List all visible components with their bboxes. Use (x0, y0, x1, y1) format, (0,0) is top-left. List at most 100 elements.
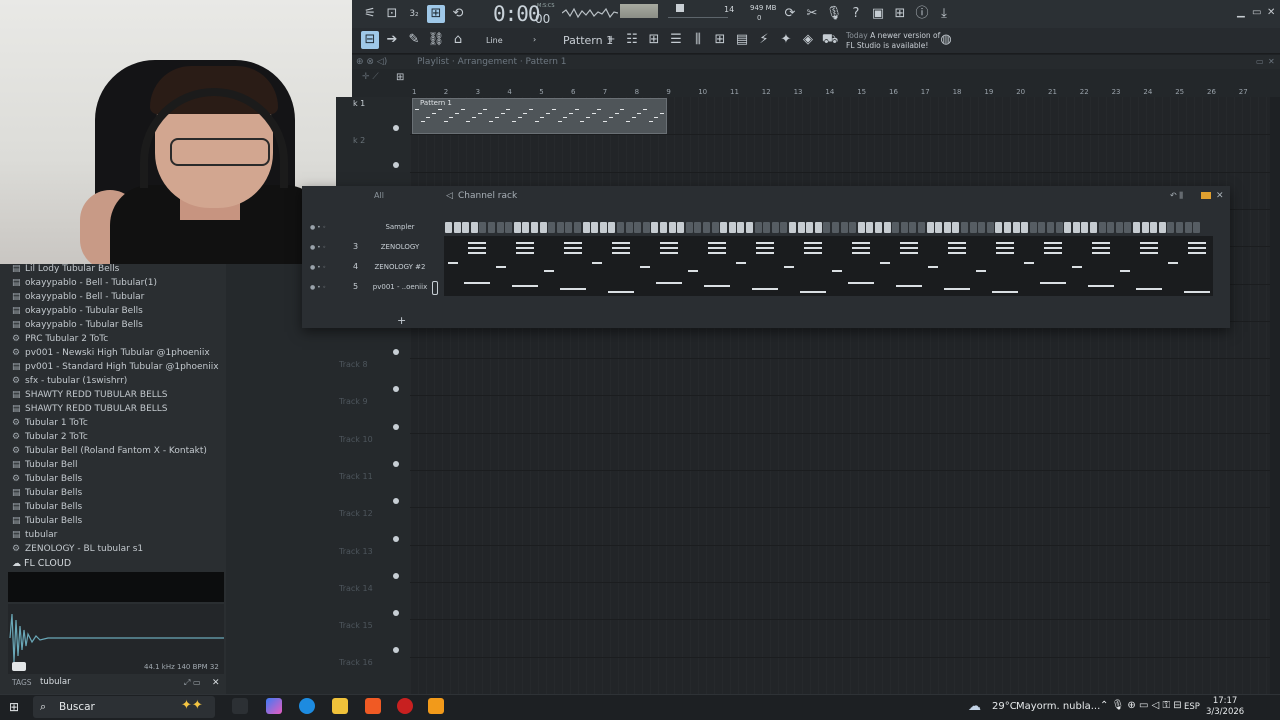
step-button[interactable] (582, 222, 590, 233)
browser-item[interactable]: ▤ okayypablo - Tubular Bells (12, 320, 143, 334)
track-1-mute[interactable] (393, 125, 399, 131)
track-mute[interactable] (393, 572, 399, 579)
channel-controls-icon[interactable]: ● • ◦ (310, 224, 326, 231)
step-button[interactable] (866, 222, 874, 233)
step-button[interactable] (875, 222, 882, 233)
news-panel[interactable]: Today A newer version of FL Studio is av… (846, 31, 940, 51)
step-button[interactable] (1176, 222, 1183, 233)
step-button[interactable] (1150, 222, 1158, 233)
browser-item[interactable]: ⚙ Tubular Bell (Roland Fantom X - Kontakt… (12, 446, 207, 460)
browser-icon[interactable]: ⊞ (711, 31, 729, 49)
pattern-song-icon[interactable]: ⊡ (383, 5, 401, 23)
channel-rack-icon[interactable]: ☰ (667, 31, 685, 49)
step-button[interactable] (634, 222, 642, 233)
step-button[interactable] (1004, 222, 1011, 233)
step-button[interactable] (574, 222, 581, 233)
wrench-icon[interactable]: ✦ (777, 31, 795, 49)
track-2-mute[interactable] (393, 162, 399, 168)
step-button[interactable] (1184, 222, 1192, 233)
metronome-icon[interactable] (676, 4, 684, 12)
step-button[interactable] (1107, 222, 1115, 233)
channel-filter[interactable]: All (374, 191, 384, 200)
step-button[interactable] (926, 222, 934, 233)
browser-item[interactable]: ▤ okayypablo - Tubular Bells (12, 306, 143, 320)
playlist-grid-icon[interactable]: ⊞ (396, 72, 404, 83)
step-button[interactable] (453, 222, 461, 233)
step-button[interactable] (1012, 222, 1020, 233)
step-button[interactable] (1193, 222, 1201, 233)
step-button[interactable] (608, 222, 616, 233)
step-button[interactable] (789, 222, 796, 233)
step-button[interactable] (978, 222, 986, 233)
step-button[interactable] (1115, 222, 1123, 233)
track-label[interactable]: Track 8 (339, 360, 368, 369)
language-indicator[interactable]: ESP (1184, 702, 1200, 712)
browser-item[interactable]: ▤ tubular (12, 530, 57, 544)
browser-item[interactable]: ▤ Lil Lody Tubular Bells (12, 264, 119, 278)
playlist-tools-icon[interactable]: ⊕ ⊗ ◁) (356, 57, 387, 67)
step-button[interactable] (720, 222, 728, 233)
step-button[interactable] (918, 222, 925, 233)
maximize-icon[interactable]: ▭ (1252, 7, 1261, 18)
link-icon[interactable]: ⛓ (427, 31, 445, 49)
track-1-label[interactable]: k 1 (353, 99, 365, 108)
step-button[interactable] (1090, 222, 1097, 233)
browser-item[interactable]: ▤ okayypablo - Bell - Tubular(1) (12, 278, 157, 292)
track-mute[interactable] (393, 423, 399, 430)
step-button[interactable] (900, 222, 908, 233)
add-channel-button[interactable]: + (397, 314, 406, 327)
playlist-minimize-icon[interactable]: ▭ (1256, 57, 1264, 66)
step-button[interactable] (797, 222, 805, 233)
track-label[interactable]: Track 13 (339, 547, 373, 556)
step-button[interactable] (599, 222, 607, 233)
pattern-selector[interactable]: Pattern 1 (563, 34, 613, 47)
browser-item[interactable]: ▤ Tubular Bells (12, 488, 82, 502)
track-label[interactable]: Track 10 (339, 435, 373, 444)
step-button[interactable] (952, 222, 960, 233)
step-button[interactable] (840, 222, 848, 233)
step-button[interactable] (488, 222, 495, 233)
fl-studio-icon[interactable] (428, 698, 444, 714)
channel-button[interactable]: ZENOLOGY #2 (365, 263, 435, 271)
step-button[interactable] (1158, 222, 1166, 233)
step-button[interactable] (943, 222, 951, 233)
browser-item[interactable]: ⚙ PRC Tubular 2 ToTc (12, 334, 108, 348)
step-button[interactable] (909, 222, 917, 233)
step-button[interactable] (513, 222, 521, 233)
step-button[interactable] (823, 222, 831, 233)
step-button[interactable] (703, 222, 710, 233)
step-button[interactable] (591, 222, 599, 233)
step-button[interactable] (1072, 222, 1080, 233)
step-button[interactable] (539, 222, 547, 233)
browser-item[interactable]: ▤ okayypablo - Bell - Tubular (12, 292, 144, 306)
browser-item[interactable]: ⚙ Tubular 1 ToTc (12, 418, 88, 432)
step-button[interactable] (814, 222, 822, 233)
rack-close-icon[interactable]: ✕ (1216, 191, 1224, 201)
master-volume-slider[interactable] (668, 17, 728, 18)
channel-select-box[interactable] (432, 281, 438, 295)
save-icon[interactable]: ▣ (869, 5, 887, 23)
browser-item[interactable]: ⚙ ZENOLOGY - BL tubular s1 (12, 544, 143, 558)
step-button[interactable] (806, 222, 814, 233)
channel-button[interactable]: pv001 - ..oeniix (365, 283, 435, 291)
mini-piano-roll[interactable] (444, 236, 1213, 296)
undo-icon[interactable]: ⟳ (781, 5, 799, 23)
browser-item[interactable]: ▤ pv001 - Standard High Tubular @1phoenii… (12, 362, 219, 376)
track-mute[interactable] (393, 349, 399, 355)
step-button[interactable] (1047, 222, 1054, 233)
browser-item[interactable]: ▤ Tubular Bells (12, 502, 82, 516)
windows-start-icon[interactable]: ⊞ (9, 700, 19, 714)
step-button[interactable] (1064, 222, 1072, 233)
loop-icon[interactable]: ⟲ (449, 5, 467, 23)
step-button[interactable] (462, 222, 470, 233)
time-display[interactable]: 0:00 (493, 2, 541, 26)
line-mode-label[interactable]: Line (486, 36, 503, 45)
step-button[interactable] (728, 222, 736, 233)
track-label[interactable]: Track 12 (339, 509, 373, 518)
menu-icon[interactable]: ⚟ (361, 5, 379, 23)
step-button[interactable] (445, 222, 452, 233)
weather-text[interactable]: Mayorm. nubla... (1016, 701, 1100, 712)
step-button[interactable] (694, 222, 702, 233)
track-label[interactable]: Track 15 (339, 621, 373, 630)
plugin-icon[interactable]: ⚡ (755, 31, 773, 49)
